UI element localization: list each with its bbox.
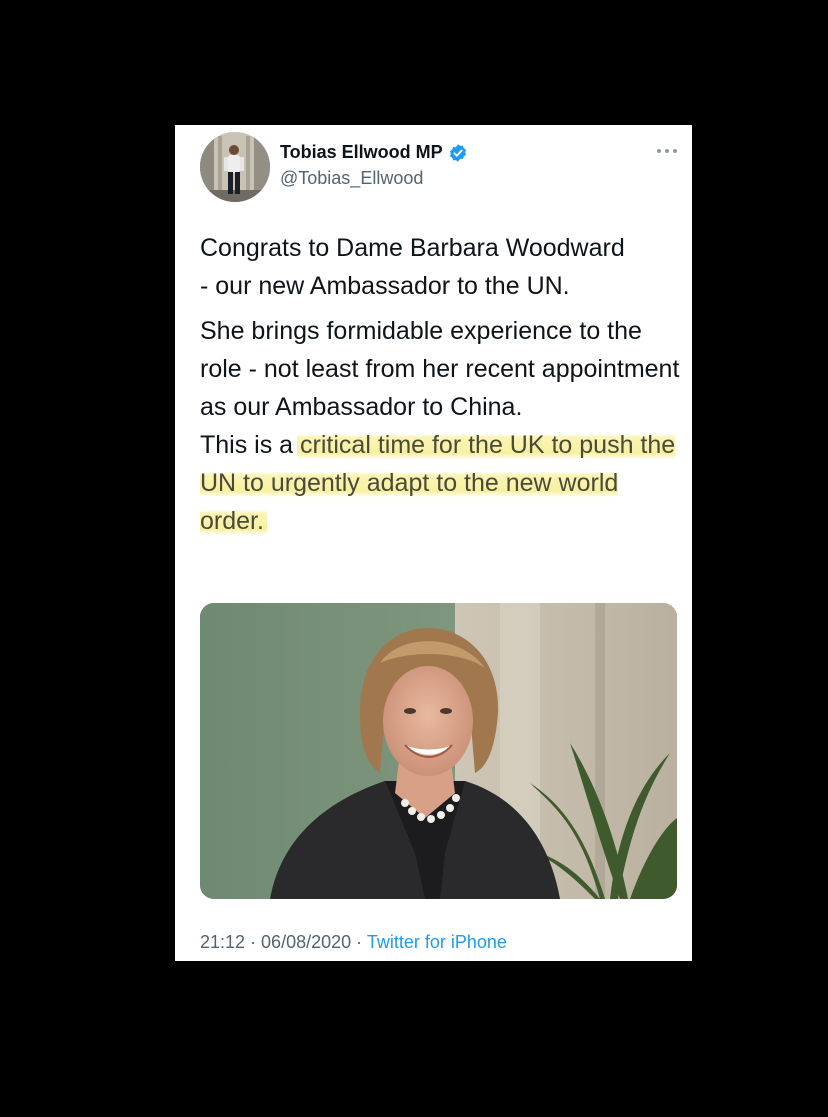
tweet-metadata: 21:12 · 06/08/2020 · Twitter for iPhone xyxy=(200,932,507,953)
tweet-source-link[interactable]: Twitter for iPhone xyxy=(367,932,507,952)
more-options-icon[interactable] xyxy=(655,143,679,159)
tweet-card: Tobias Ellwood MP @Tobias_Ellwood Congra… xyxy=(175,125,692,961)
tweet-media-image[interactable] xyxy=(200,603,677,899)
portrait-photo-icon xyxy=(200,603,677,899)
tweet-paragraph-3-prefix: This is a xyxy=(200,431,301,459)
meta-separator: · xyxy=(351,932,367,952)
author-handle[interactable]: @Tobias_Ellwood xyxy=(280,168,423,189)
tweet-paragraph-3: This is a critical time for the UK to pu… xyxy=(200,426,680,540)
tweet-text: Congrats to Dame Barbara Woodward - our … xyxy=(200,229,680,540)
profile-avatar[interactable] xyxy=(200,132,270,202)
author-display-name[interactable]: Tobias Ellwood MP xyxy=(280,142,443,163)
verified-badge-icon xyxy=(448,143,468,163)
tweet-paragraph-1-line-2: - our new Ambassador to the UN. xyxy=(200,272,570,300)
tweet-paragraph-1-line-1: Congrats to Dame Barbara Woodward xyxy=(200,234,625,262)
tweet-time[interactable]: 21:12 xyxy=(200,932,245,952)
meta-separator: · xyxy=(245,932,262,952)
tweet-paragraph-2: She brings formidable experience to the … xyxy=(200,317,680,421)
tweet-paragraph-1: Congrats to Dame Barbara Woodward - our … xyxy=(200,229,680,305)
author-name[interactable]: Tobias Ellwood MP xyxy=(280,142,468,163)
tweet-date[interactable]: 06/08/2020 xyxy=(261,932,351,952)
profile-photo-icon xyxy=(200,132,270,202)
